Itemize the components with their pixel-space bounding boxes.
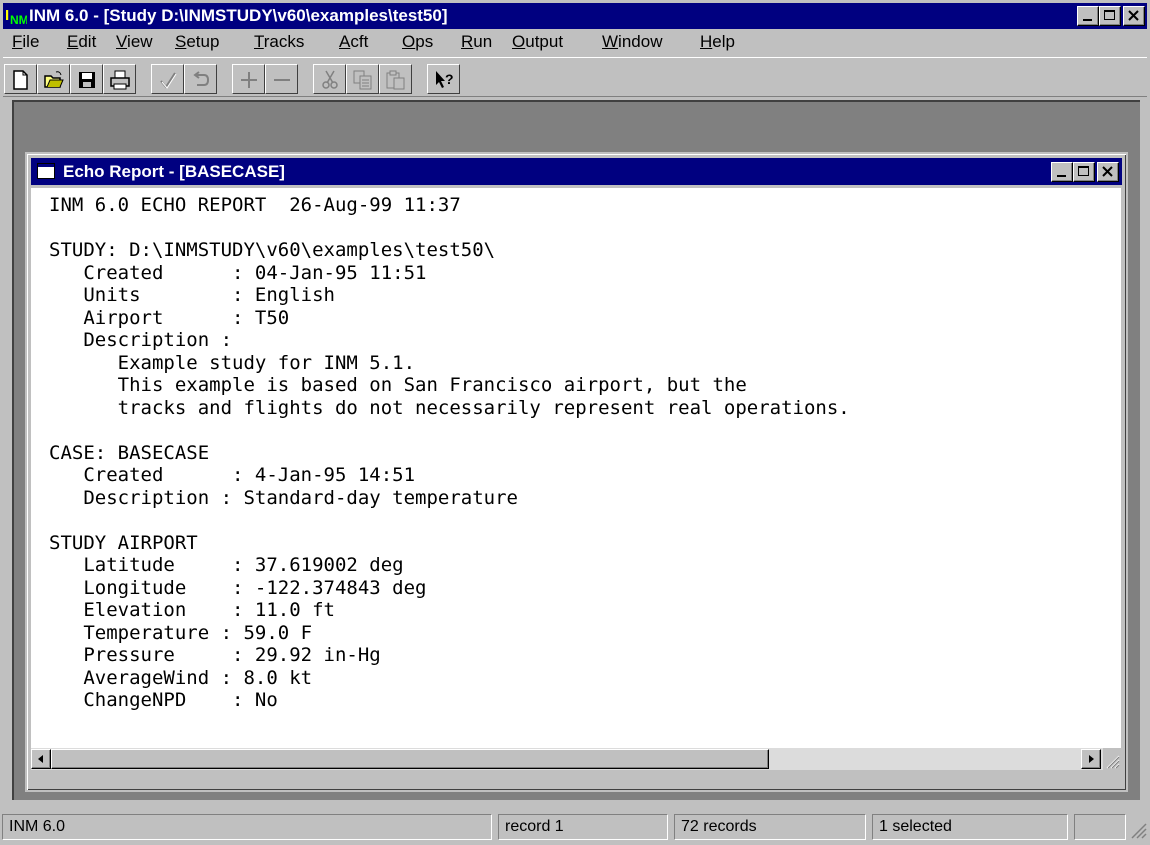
status-app-name: INM 6.0 bbox=[2, 814, 492, 840]
print-button[interactable] bbox=[103, 64, 136, 94]
toolbar: ? bbox=[3, 57, 1147, 97]
menu-ops-accel: O bbox=[402, 32, 416, 51]
menu-tracks[interactable]: Tracks bbox=[254, 32, 304, 52]
menu-window-accel: W bbox=[602, 32, 619, 51]
undo-button[interactable] bbox=[184, 64, 217, 94]
cut-button[interactable] bbox=[313, 64, 346, 94]
menu-window[interactable]: Window bbox=[602, 32, 662, 52]
menu-output-label: utput bbox=[525, 32, 564, 51]
context-help-icon: ? bbox=[436, 71, 454, 88]
status-record-count: 72 records bbox=[674, 814, 866, 840]
menu-edit-accel: E bbox=[67, 32, 79, 51]
new-icon bbox=[13, 70, 28, 90]
minimize-button[interactable] bbox=[1077, 6, 1099, 26]
copy-icon bbox=[353, 70, 372, 90]
menu-window-label: indow bbox=[618, 32, 663, 51]
status-selected-count: 1 selected bbox=[872, 814, 1068, 840]
report-text-area[interactable]: INM 6.0 ECHO REPORT 26-Aug-99 11:37 STUD… bbox=[31, 188, 1121, 748]
commit-button[interactable] bbox=[151, 64, 184, 94]
horizontal-scroll-thumb[interactable] bbox=[51, 749, 769, 769]
menu-run[interactable]: Run bbox=[461, 32, 492, 52]
menu-acft[interactable]: Acft bbox=[339, 32, 368, 52]
menu-run-label: un bbox=[473, 32, 493, 51]
menu-acft-label: cft bbox=[350, 32, 369, 51]
undo-icon bbox=[193, 71, 210, 86]
echo-report-text: INM 6.0 ECHO REPORT 26-Aug-99 11:37 STUD… bbox=[49, 194, 850, 711]
status-extra bbox=[1074, 814, 1126, 840]
menu-tracks-label: racks bbox=[263, 32, 305, 51]
child-minimize-button[interactable] bbox=[1051, 162, 1073, 182]
echo-report-window[interactable]: Echo Report - [BASECASE] INM 6.0 ECHO RE… bbox=[25, 152, 1128, 792]
svg-text:I: I bbox=[5, 7, 9, 24]
child-close-button[interactable] bbox=[1097, 162, 1119, 182]
menu-tracks-accel: T bbox=[254, 32, 264, 51]
print-icon bbox=[110, 70, 130, 90]
menu-edit-label: dit bbox=[78, 32, 97, 51]
svg-text:?: ? bbox=[445, 71, 454, 87]
child-title-bar[interactable]: Echo Report - [BASECASE] bbox=[31, 158, 1122, 185]
paste-icon bbox=[386, 70, 405, 90]
save-button[interactable] bbox=[70, 64, 103, 94]
add-plus-icon bbox=[241, 72, 257, 88]
menu-help-accel: H bbox=[700, 32, 713, 51]
close-button[interactable] bbox=[1123, 6, 1145, 26]
maximize-icon bbox=[1078, 166, 1089, 176]
close-icon bbox=[1128, 10, 1139, 21]
maximize-button[interactable] bbox=[1099, 6, 1121, 26]
delete-button[interactable] bbox=[265, 64, 298, 94]
minimize-icon bbox=[1083, 19, 1092, 21]
save-icon bbox=[79, 72, 95, 88]
delete-minus-icon bbox=[274, 79, 290, 81]
open-icon bbox=[44, 71, 64, 88]
context-help-button[interactable]: ? bbox=[427, 64, 460, 94]
menu-bar: File Edit View Setup Tracks Acft Ops Run… bbox=[3, 29, 1147, 55]
menu-setup-accel: S bbox=[175, 32, 187, 51]
menu-file[interactable]: File bbox=[12, 32, 39, 52]
window-document-icon bbox=[37, 163, 55, 184]
menu-view[interactable]: View bbox=[116, 32, 153, 52]
menu-view-accel: V bbox=[116, 32, 128, 51]
cut-icon bbox=[322, 70, 338, 89]
arrow-left-icon bbox=[38, 755, 43, 763]
paste-button[interactable] bbox=[379, 64, 412, 94]
menu-acft-accel: A bbox=[339, 32, 351, 51]
menu-file-label: ile bbox=[22, 32, 40, 51]
open-button[interactable] bbox=[37, 64, 70, 94]
menu-setup[interactable]: Setup bbox=[175, 32, 219, 52]
menu-run-accel: R bbox=[461, 32, 474, 51]
status-record: record 1 bbox=[498, 814, 668, 840]
commit-check-icon bbox=[160, 72, 177, 89]
menu-ops-label: ps bbox=[415, 32, 434, 51]
menu-ops[interactable]: Ops bbox=[402, 32, 433, 52]
logo-letters: NM bbox=[10, 13, 27, 26]
horizontal-scrollbar[interactable] bbox=[31, 748, 1121, 770]
inm-logo-icon: I NM bbox=[5, 6, 29, 27]
menu-edit[interactable]: Edit bbox=[67, 32, 96, 52]
new-button[interactable] bbox=[4, 64, 37, 94]
menu-output[interactable]: Output bbox=[512, 32, 563, 52]
menu-output-accel: O bbox=[512, 32, 526, 51]
menu-view-label: iew bbox=[127, 32, 153, 51]
child-maximize-button[interactable] bbox=[1073, 162, 1095, 182]
app-title-bar[interactable]: I NM INM 6.0 - [Study D:\INMSTUDY\v60\ex… bbox=[3, 3, 1147, 29]
add-button[interactable] bbox=[232, 64, 265, 94]
status-bar: INM 6.0 record 1 72 records 1 selected bbox=[0, 812, 1150, 841]
minimize-icon bbox=[1057, 175, 1066, 177]
scroll-left-button[interactable] bbox=[31, 749, 51, 769]
app-title: INM 6.0 - [Study D:\INMSTUDY\v60\example… bbox=[29, 6, 448, 25]
maximize-icon bbox=[1104, 10, 1115, 20]
menu-setup-label: etup bbox=[186, 32, 220, 51]
menu-file-accel: F bbox=[12, 32, 23, 51]
child-window-title: Echo Report - [BASECASE] bbox=[63, 162, 285, 181]
menu-help[interactable]: Help bbox=[700, 32, 735, 52]
arrow-right-icon bbox=[1089, 755, 1094, 763]
menu-help-label: elp bbox=[712, 32, 735, 51]
scroll-right-button[interactable] bbox=[1081, 749, 1101, 769]
close-icon bbox=[1102, 166, 1113, 177]
size-grip-icon[interactable] bbox=[1103, 748, 1121, 770]
copy-button[interactable] bbox=[346, 64, 379, 94]
